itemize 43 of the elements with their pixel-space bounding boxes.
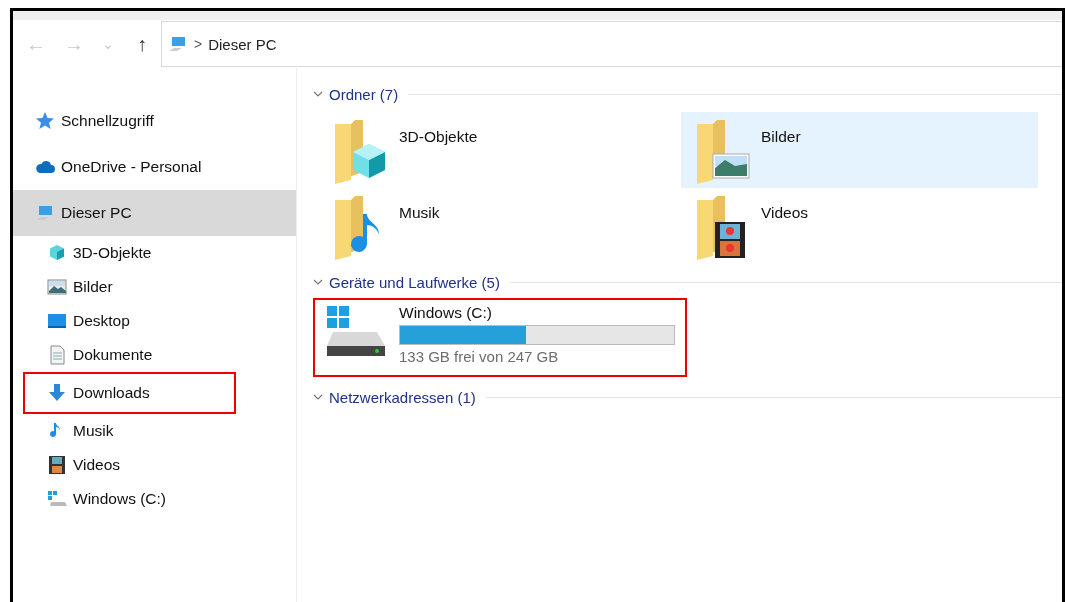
- sidebar-item[interactable]: Bilder: [13, 270, 296, 304]
- sidebar-item[interactable]: Musik: [13, 414, 296, 448]
- chevron-icon[interactable]: [313, 277, 323, 287]
- breadcrumb-separator[interactable]: >: [194, 36, 203, 52]
- chevron-icon[interactable]: [313, 89, 323, 99]
- sidebar-item[interactable]: 3D-Objekte: [13, 236, 296, 270]
- chevron-icon[interactable]: [313, 392, 323, 402]
- sidebar-item[interactable]: Downloads: [25, 374, 234, 412]
- film-icon: [47, 455, 67, 475]
- star-icon: [35, 111, 55, 131]
- group-header[interactable]: Ordner (7): [329, 85, 399, 103]
- computer-icon: [35, 203, 55, 223]
- drive-icon: [47, 489, 67, 509]
- sidebar-item[interactable]: Desktop: [13, 304, 296, 338]
- folder-tile[interactable]: Musik: [319, 188, 676, 264]
- group-header[interactable]: Netzwerkadressen (1): [329, 388, 476, 406]
- download-arrow-icon: [47, 383, 67, 403]
- drive-name: Windows (C:): [399, 304, 493, 322]
- cube-icon: [47, 243, 67, 263]
- folder-tile[interactable]: 3D-Objekte: [319, 112, 676, 188]
- up-button[interactable]: ↑: [123, 32, 161, 56]
- group-header[interactable]: Geräte und Laufwerke (5): [329, 273, 500, 291]
- computer-icon: [168, 34, 188, 54]
- folder-name: 3D-Objekte: [399, 127, 478, 147]
- address-bar[interactable]: > Dieser PC: [161, 21, 1062, 67]
- sidebar-item[interactable]: OneDrive - Personal: [13, 144, 296, 190]
- image-icon: [47, 277, 67, 297]
- breadcrumb-item[interactable]: Dieser PC: [208, 35, 277, 53]
- sidebar-item[interactable]: Windows (C:): [13, 482, 296, 516]
- folder-name: Bilder: [761, 127, 801, 147]
- document-icon: [47, 345, 67, 365]
- folder-name: Videos: [761, 203, 809, 223]
- sidebar-item[interactable]: Dieser PC: [13, 190, 296, 236]
- monitor-icon: [47, 311, 67, 331]
- free-space-text: 133 GB frei von 247 GB: [399, 348, 560, 365]
- sidebar-item[interactable]: Videos: [13, 448, 296, 482]
- folder-tile[interactable]: Videos: [681, 188, 1038, 264]
- sidebar-item[interactable]: Schnellzugriff: [13, 98, 296, 144]
- folder-tile[interactable]: Bilder: [681, 112, 1038, 188]
- folder-name: Musik: [399, 203, 440, 223]
- sidebar-item[interactable]: Dokumente: [13, 338, 296, 372]
- drive-tile[interactable]: Windows (C:) 133 GB frei von 247 GB: [315, 300, 685, 375]
- folder-image-icon: [695, 118, 751, 184]
